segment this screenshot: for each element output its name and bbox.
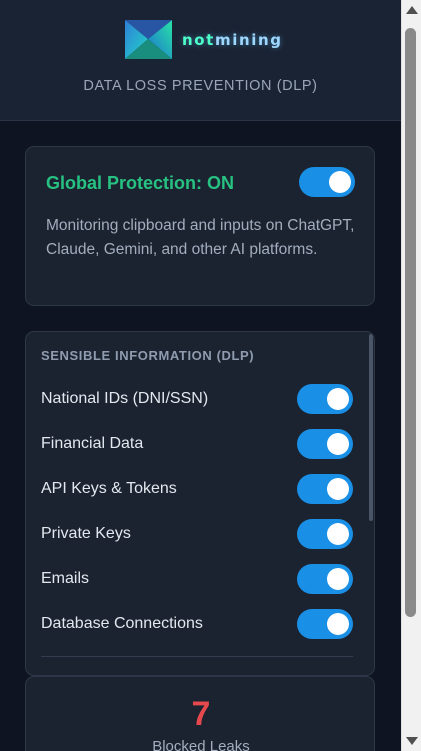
section-title: SENSIBLE INFORMATION (DLP) (41, 348, 255, 363)
page-subtitle: DATA LOSS PREVENTION (DLP) (83, 78, 318, 94)
popup-viewport: notmining DATA LOSS PREVENTION (DLP) Glo… (0, 0, 401, 751)
setting-label: API Keys & Tokens (41, 480, 177, 497)
toggle-knob (329, 171, 351, 193)
emails-toggle[interactable] (297, 564, 353, 594)
global-protection-title: Global Protection: ON (46, 173, 235, 193)
national-ids-toggle[interactable] (297, 384, 353, 414)
global-protection-card: Global Protection: ON Monitoring clipboa… (25, 146, 375, 306)
toggle-knob (327, 433, 349, 455)
toggle-knob (327, 523, 349, 545)
setting-row-database-connections: Database Connections (26, 602, 374, 647)
notmining-logo-icon (125, 20, 172, 59)
scroll-up-arrow-icon[interactable] (406, 6, 418, 14)
scroll-down-arrow-icon[interactable] (406, 737, 418, 745)
database-connections-toggle[interactable] (297, 609, 353, 639)
setting-row-national-ids: National IDs (DNI/SSN) (26, 377, 374, 422)
toggle-knob (327, 388, 349, 410)
header: notmining DATA LOSS PREVENTION (DLP) (0, 0, 401, 121)
toggle-knob (327, 478, 349, 500)
toggle-knob (327, 613, 349, 635)
setting-row-financial-data: Financial Data (26, 422, 374, 467)
private-keys-toggle[interactable] (297, 519, 353, 549)
brand-suffix: mining (214, 30, 283, 49)
setting-label: Private Keys (41, 525, 131, 542)
setting-row-api-keys: API Keys & Tokens (26, 467, 374, 512)
setting-label: Emails (41, 570, 90, 587)
logo: notmining (124, 19, 283, 60)
api-keys-toggle[interactable] (297, 474, 353, 504)
financial-data-toggle[interactable] (297, 429, 353, 459)
stats-card: 7 Blocked Leaks (25, 676, 375, 751)
setting-row-emails: Emails (26, 557, 374, 602)
blocked-leaks-label: Blocked Leaks (152, 738, 250, 751)
sensible-information-card: SENSIBLE INFORMATION (DLP) National IDs … (25, 331, 375, 676)
divider (41, 656, 353, 657)
blocked-leaks-count: 7 (191, 695, 211, 733)
setting-label: Database Connections (41, 615, 203, 632)
toggle-knob (327, 568, 349, 590)
brand-name: notmining (182, 31, 283, 49)
setting-label: National IDs (DNI/SSN) (41, 390, 209, 407)
setting-label: Financial Data (41, 435, 144, 452)
brand-prefix: not (182, 30, 215, 49)
scrollbar-thumb[interactable] (405, 28, 416, 617)
page-scrollbar[interactable] (401, 0, 421, 751)
setting-row-private-keys: Private Keys (26, 512, 374, 557)
global-protection-description: Monitoring clipboard and inputs on ChatG… (46, 217, 355, 258)
global-protection-toggle[interactable] (299, 167, 355, 197)
inner-scrollbar-thumb[interactable] (369, 334, 373, 521)
